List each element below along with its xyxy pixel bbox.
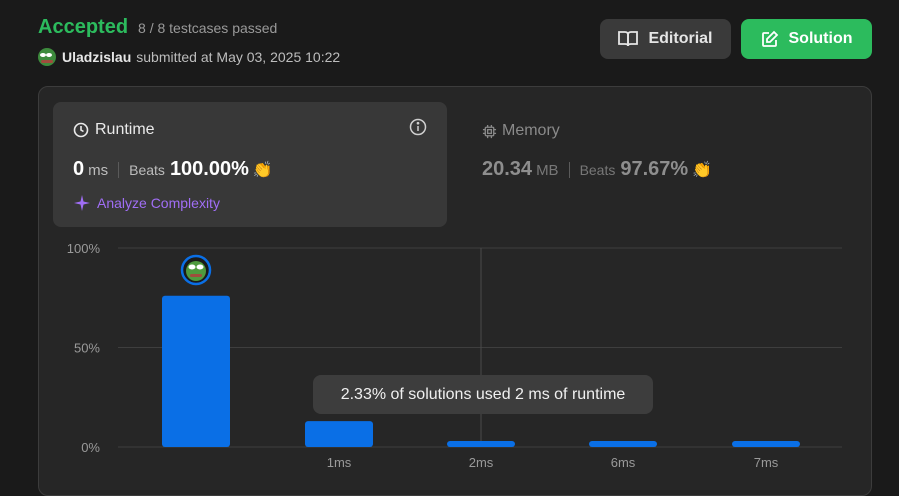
username[interactable]: Uladzislau	[62, 49, 131, 65]
solution-button[interactable]: Solution	[741, 19, 872, 59]
editorial-label: Editorial	[648, 30, 713, 47]
memory-unit: MB	[536, 162, 559, 179]
sparkle-icon	[74, 195, 90, 211]
chip-icon	[482, 124, 497, 138]
divider	[118, 161, 120, 178]
clock-icon	[73, 122, 89, 138]
solution-label: Solution	[788, 30, 853, 47]
clap-icon: 👏	[692, 162, 713, 179]
edit-icon	[761, 30, 778, 47]
info-icon[interactable]	[409, 118, 427, 136]
status-accepted: Accepted	[38, 16, 129, 38]
memory-card[interactable]: Memory 20.34 MB Beats 97.67% 👏	[482, 122, 712, 181]
chart-tooltip: 2.33% of solutions used 2 ms of runtime	[313, 375, 653, 414]
book-icon	[618, 31, 639, 47]
analyze-label: Analyze Complexity	[97, 195, 220, 211]
runtime-value: 0	[73, 158, 85, 180]
analyze-complexity-link[interactable]: Analyze Complexity	[73, 194, 220, 212]
submitted-time: submitted at May 03, 2025 10:22	[136, 49, 341, 65]
runtime-unit: ms	[88, 162, 109, 179]
avatar[interactable]	[38, 48, 56, 66]
memory-value: 20.34	[482, 158, 533, 180]
divider	[568, 161, 570, 178]
runtime-title: Runtime	[95, 121, 155, 138]
runtime-card[interactable]: Runtime 0 ms Beats 100.00% 👏 Analyze Com…	[53, 102, 447, 227]
memory-title: Memory	[502, 122, 560, 139]
memory-beats-percent: 97.67%	[620, 158, 689, 180]
clap-icon: 👏	[252, 162, 273, 179]
runtime-beats-label: Beats	[129, 162, 165, 178]
testcases-count: 8 / 8 testcases passed	[138, 20, 278, 36]
runtime-beats-percent: 100.00%	[169, 158, 249, 180]
submission-header: Accepted 8 / 8 testcases passed Uladzisl…	[38, 16, 340, 66]
editorial-button[interactable]: Editorial	[600, 19, 731, 59]
memory-beats-label: Beats	[579, 162, 616, 178]
